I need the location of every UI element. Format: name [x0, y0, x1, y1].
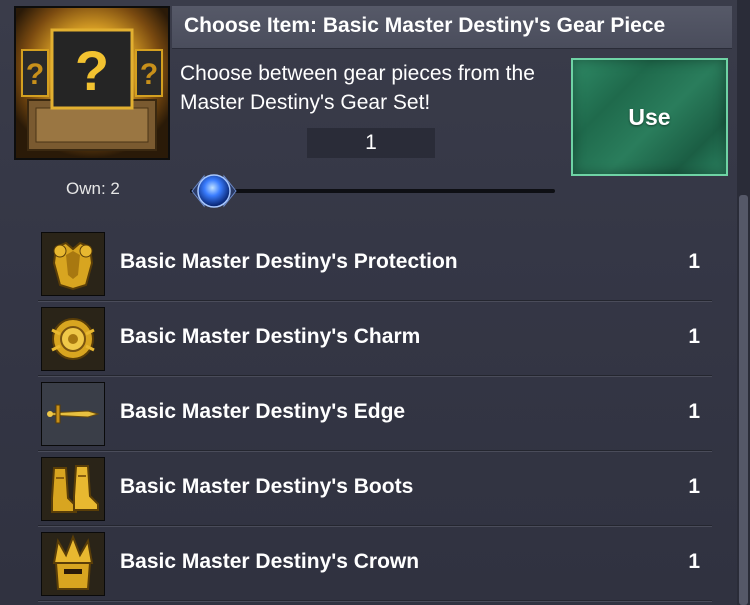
item-name: Basic Master Destiny's Boots: [120, 475, 414, 498]
boots-icon: [41, 457, 105, 521]
list-item[interactable]: Basic Master Destiny's Edge 1: [38, 376, 712, 451]
quantity-slider-track[interactable]: [190, 189, 555, 193]
item-count: 1: [688, 550, 700, 573]
svg-text:?: ?: [26, 58, 44, 91]
dialog-header: Choose Item: Basic Master Destiny's Gear…: [172, 6, 732, 49]
svg-text:?: ?: [140, 58, 158, 91]
item-name: Basic Master Destiny's Charm: [120, 325, 421, 348]
armor-icon: [41, 232, 105, 296]
svg-text:?: ?: [75, 39, 109, 102]
mystery-box-icon: ? ? ?: [14, 6, 170, 160]
item-count: 1: [688, 325, 700, 348]
use-button[interactable]: Use: [571, 58, 728, 176]
item-count: 1: [688, 400, 700, 423]
sword-icon: [41, 382, 105, 446]
list-item[interactable]: Basic Master Destiny's Charm 1: [38, 301, 712, 376]
scrollbar-thumb[interactable]: [739, 195, 748, 605]
list-item[interactable]: Basic Master Destiny's Crown 1: [38, 526, 712, 601]
item-name: Basic Master Destiny's Edge: [120, 400, 406, 423]
list-item[interactable]: Basic Master Destiny's Protection 1: [38, 226, 712, 301]
item-name: Basic Master Destiny's Protection: [120, 250, 458, 273]
item-count: 1: [688, 475, 700, 498]
list-item[interactable]: Basic Master Destiny's Boots 1: [38, 451, 712, 526]
item-count: 1: [688, 250, 700, 273]
item-chooser-panel: ? ? ? Choose Item: Basic Master Destiny'…: [0, 0, 750, 605]
crown-icon: [41, 532, 105, 596]
dialog-title: Choose Item: Basic Master Destiny's Gear…: [184, 14, 666, 37]
own-count-label: Own: 2: [66, 179, 120, 198]
quantity-slider-handle[interactable]: [190, 170, 238, 212]
charm-icon: [41, 307, 105, 371]
item-description: Choose between gear pieces from the Mast…: [180, 62, 535, 114]
gear-item-list: Basic Master Destiny's Protection 1 Basi…: [38, 226, 712, 601]
item-name: Basic Master Destiny's Crown: [120, 550, 420, 573]
slider-knob-icon: [191, 174, 237, 208]
use-button-label: Use: [628, 103, 671, 130]
question-chest-icon: ? ? ?: [16, 8, 168, 158]
quantity-field[interactable]: 1: [307, 128, 435, 158]
